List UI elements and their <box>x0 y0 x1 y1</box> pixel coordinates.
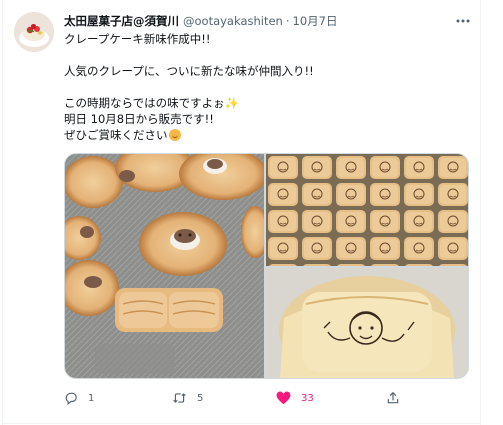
crepe-cakes-on-tray-photo[interactable] <box>65 154 264 378</box>
frame-divider-right <box>480 0 481 425</box>
text-spacer <box>64 47 469 63</box>
author-display-name[interactable]: 太田屋菓子店@須賀川 <box>64 12 179 30</box>
like-count: 33 <box>301 392 314 404</box>
tweet-actions: 1 5 33 <box>64 389 469 407</box>
crepe-rows-in-box-photo[interactable] <box>266 154 468 266</box>
frame-divider-bottom <box>2 423 481 424</box>
retweet-count: 5 <box>197 392 204 404</box>
tweet-text-line: クレープケーキ新味作成中!! <box>64 32 211 46</box>
retweet-icon <box>173 393 186 403</box>
more-button[interactable] <box>452 10 474 32</box>
share-button[interactable] <box>386 389 400 407</box>
like-button[interactable]: 33 <box>276 389 314 407</box>
more-icon <box>456 19 470 23</box>
tweet[interactable]: 太田屋菓子店@須賀川 @ootayakashiten · 10月7日 クレープケ… <box>0 0 503 425</box>
tweet-text: クレープケーキ新味作成中!! 人気のクレープに、ついに新たな味が仲間入り!! こ… <box>64 31 469 143</box>
share-icon <box>387 391 399 404</box>
tweet-text-fragment: この時期ならではの味ですよぉ <box>64 96 225 110</box>
text-spacer <box>64 79 469 95</box>
tweet-text-line: 人気のクレープに、ついに新たな味が仲間入り!! <box>64 64 314 78</box>
tweet-header: 太田屋菓子店@須賀川 @ootayakashiten · 10月7日 <box>64 12 337 30</box>
reply-count: 1 <box>88 392 95 404</box>
avatar[interactable] <box>14 12 54 52</box>
reply-icon <box>65 392 77 405</box>
smiling-face-emoji <box>168 129 181 141</box>
avatar-image <box>14 12 54 52</box>
tweet-text-fragment: ぜひご賞味ください <box>64 128 168 142</box>
author-handle[interactable]: @ootayakashiten <box>183 12 283 30</box>
sparkle-emoji: ✨ <box>224 96 239 110</box>
media-grid <box>64 153 469 379</box>
heart-icon <box>276 391 291 405</box>
tweet-text-line-with-emoji: この時期ならではの味ですよぉ✨ <box>64 95 469 111</box>
frame-divider-left <box>2 0 3 425</box>
crepe-with-face-stamp-photo[interactable] <box>266 268 468 378</box>
tweet-timestamp[interactable]: 10月7日 <box>293 12 338 30</box>
retweet-button[interactable]: 5 <box>172 389 203 407</box>
tweet-text-line: 明日 10月8日から販売です!! <box>64 112 214 126</box>
reply-button[interactable]: 1 <box>64 389 94 407</box>
header-separator: · <box>285 14 290 28</box>
tweet-text-line-with-emoji: ぜひご賞味ください <box>64 127 469 143</box>
